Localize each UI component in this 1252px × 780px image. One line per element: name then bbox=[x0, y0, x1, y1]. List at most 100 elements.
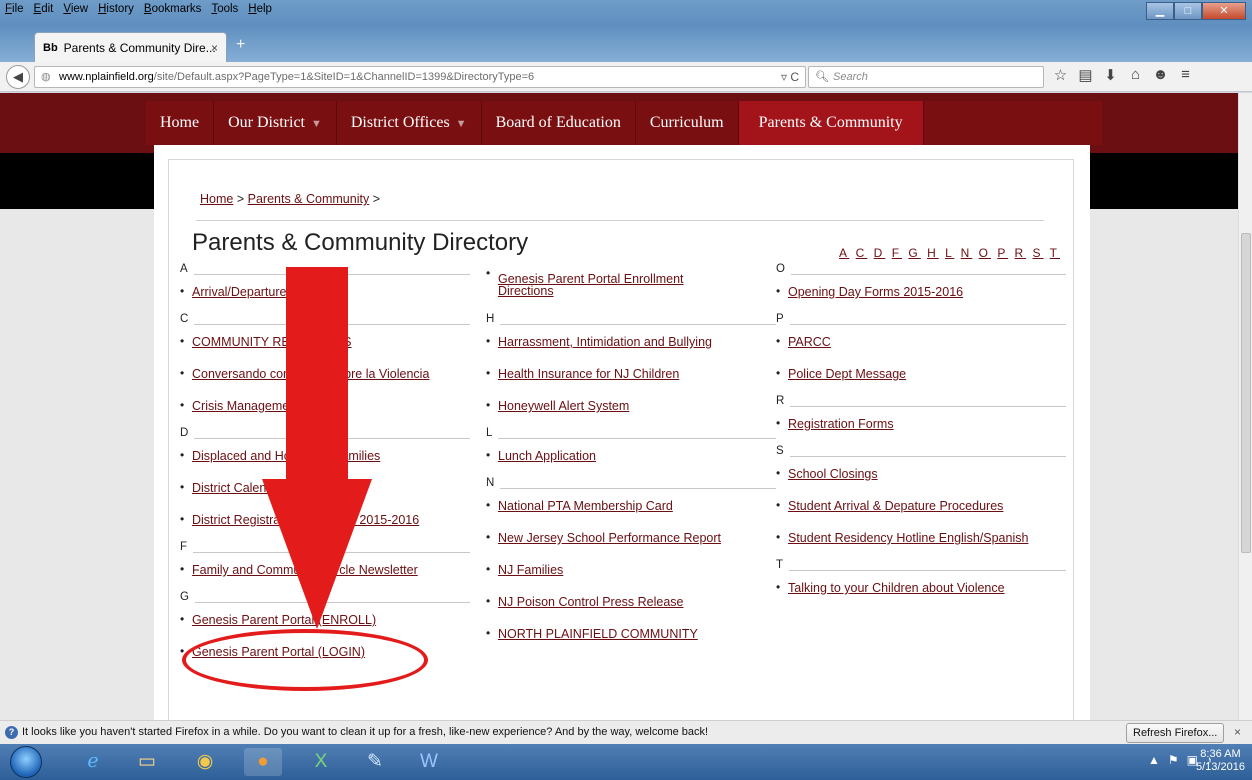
section-header: S bbox=[776, 445, 1067, 463]
alpha-g[interactable]: G bbox=[908, 246, 920, 260]
menu-edit[interactable]: Edit bbox=[33, 3, 55, 21]
menu-history[interactable]: History bbox=[97, 3, 135, 21]
breadcrumb-parents-community[interactable]: Parents & Community bbox=[248, 192, 370, 206]
menu-file[interactable]: File bbox=[4, 3, 25, 21]
alpha-d[interactable]: D bbox=[874, 246, 886, 260]
list-item: NORTH PLAINFIELD COMMUNITY bbox=[486, 623, 721, 655]
url-bar[interactable]: ◍ www.nplainfield.org/site/Default.aspx?… bbox=[34, 66, 806, 88]
page-title: Parents & Community Directory bbox=[192, 229, 529, 256]
list-item: Lunch Application bbox=[486, 445, 721, 477]
tray-arrow-icon[interactable]: ▲ bbox=[1148, 753, 1160, 767]
site-navigation: Home Our District ▼ District Offices ▼ Boa… bbox=[146, 101, 1102, 145]
toolbar-icons: ☆ ▤ ⬇ ⌂ ☻ ≡ bbox=[1052, 66, 1194, 84]
alpha-o[interactable]: O bbox=[979, 246, 991, 260]
search-input[interactable]: 🔍︎ Search bbox=[808, 66, 1044, 88]
nav-district-offices[interactable]: District Offices ▼ bbox=[337, 101, 482, 145]
alpha-p[interactable]: P bbox=[997, 246, 1008, 260]
menu-view[interactable]: View bbox=[62, 3, 89, 21]
nav-curriculum[interactable]: Curriculum bbox=[636, 101, 739, 145]
section-header: L bbox=[486, 427, 777, 445]
directory-link[interactable]: Opening Day Forms 2015-2016 bbox=[788, 285, 963, 299]
windows-taskbar: ℯ ▭ ◉ ● X ✎ W ▲ ⚑ ▣ ♪ 8:36 AM 5/13/2016 bbox=[0, 744, 1252, 780]
directory-link[interactable]: Police Dept Message bbox=[788, 367, 906, 381]
tab-close-icon[interactable]: × bbox=[211, 41, 218, 55]
nav-our-district[interactable]: Our District ▼ bbox=[214, 101, 337, 145]
directory-link[interactable]: Registration Forms bbox=[788, 417, 894, 431]
tab-parents-community[interactable]: Bb Parents & Community Dire... × bbox=[34, 32, 227, 62]
nav-parents-community[interactable]: Parents & Community bbox=[738, 101, 924, 145]
reload-icon[interactable]: ▿ C bbox=[781, 67, 799, 87]
directory-link[interactable]: Student Residency Hotline English/Spanis… bbox=[788, 531, 1028, 545]
directory-link[interactable]: Talking to your Children about Violence bbox=[788, 581, 1005, 595]
reading-list-icon[interactable]: ▤ bbox=[1077, 66, 1094, 84]
directory-link[interactable]: School Closings bbox=[788, 467, 878, 481]
menu-bar: File Edit View History Bookmarks Tools H… bbox=[4, 3, 273, 21]
hello-chat-icon[interactable]: ☻ bbox=[1152, 66, 1169, 84]
close-window-button[interactable]: ✕ bbox=[1202, 2, 1246, 20]
menu-tools[interactable]: Tools bbox=[210, 3, 239, 21]
section-header: O bbox=[776, 263, 1067, 281]
scrollbar-thumb[interactable] bbox=[1241, 233, 1251, 553]
alpha-a[interactable]: A bbox=[839, 246, 849, 260]
directory-link[interactable]: NJ Poison Control Press Release bbox=[498, 595, 684, 609]
alpha-r[interactable]: R bbox=[1015, 246, 1027, 260]
navigation-toolbar: ◀ ◍ www.nplainfield.org/site/Default.asp… bbox=[0, 62, 1252, 92]
list-item: School Closings bbox=[776, 463, 1028, 495]
menu-hamburger-icon[interactable]: ≡ bbox=[1177, 66, 1194, 84]
back-button[interactable]: ◀ bbox=[6, 65, 30, 89]
alpha-s[interactable]: S bbox=[1033, 246, 1044, 260]
nav-board-of-education[interactable]: Board of Education bbox=[482, 101, 636, 145]
alpha-l[interactable]: L bbox=[945, 246, 954, 260]
list-item: Harrassment, Intimidation and Bullying bbox=[486, 331, 721, 363]
directory-link[interactable]: National PTA Membership Card bbox=[498, 499, 673, 513]
tray-flag-icon[interactable]: ⚑ bbox=[1168, 753, 1179, 767]
close-icon[interactable]: × bbox=[1234, 721, 1241, 744]
breadcrumb-home[interactable]: Home bbox=[200, 192, 233, 206]
directory-link[interactable]: Student Arrival & Depature Procedures bbox=[788, 499, 1003, 513]
home-icon[interactable]: ⌂ bbox=[1127, 66, 1144, 84]
excel-icon[interactable]: X bbox=[302, 748, 340, 776]
list-item: Student Residency Hotline English/Spanis… bbox=[776, 527, 1028, 559]
directory-link[interactable]: Health Insurance for NJ Children bbox=[498, 367, 679, 381]
list-item: Talking to your Children about Violence bbox=[776, 577, 1028, 609]
start-button[interactable] bbox=[10, 746, 42, 778]
menu-bookmarks[interactable]: Bookmarks bbox=[143, 3, 203, 21]
paint-icon[interactable]: ✎ bbox=[356, 748, 394, 776]
firefox-icon[interactable]: ● bbox=[244, 748, 282, 776]
tab-title: Parents & Community Dire... bbox=[63, 40, 216, 55]
red-circle-annotation bbox=[182, 629, 428, 691]
window-controls: ▁ □ ✕ bbox=[1146, 2, 1246, 20]
vertical-scrollbar[interactable] bbox=[1238, 93, 1252, 720]
breadcrumb: Home > Parents & Community > bbox=[200, 192, 380, 206]
refresh-firefox-button[interactable]: Refresh Firefox... bbox=[1126, 723, 1225, 743]
directory-column-2: Genesis Parent Portal Enrollment Directi… bbox=[486, 263, 777, 655]
alpha-c[interactable]: C bbox=[856, 246, 868, 260]
minimize-button[interactable]: ▁ bbox=[1146, 2, 1174, 20]
chrome-icon[interactable]: ◉ bbox=[186, 748, 224, 776]
section-header: P bbox=[776, 313, 1067, 331]
new-tab-button[interactable]: + bbox=[236, 36, 245, 54]
alpha-h[interactable]: H bbox=[927, 246, 939, 260]
downloads-icon[interactable]: ⬇ bbox=[1102, 66, 1119, 84]
nav-home[interactable]: Home bbox=[146, 101, 215, 145]
alpha-t[interactable]: T bbox=[1050, 246, 1060, 260]
directory-link[interactable]: Honeywell Alert System bbox=[498, 399, 629, 413]
bookmark-star-icon[interactable]: ☆ bbox=[1052, 66, 1069, 84]
word-icon[interactable]: W bbox=[410, 748, 448, 776]
breadcrumb-divider bbox=[196, 220, 1044, 221]
maximize-button[interactable]: □ bbox=[1174, 2, 1202, 20]
clock-time: 8:36 AM bbox=[1200, 748, 1241, 760]
directory-link[interactable]: PARCC bbox=[788, 335, 831, 349]
alpha-f[interactable]: F bbox=[892, 246, 902, 260]
directory-link[interactable]: NJ Families bbox=[498, 563, 563, 577]
directory-link[interactable]: New Jersey School Performance Report bbox=[498, 531, 721, 545]
directory-link[interactable]: Genesis Parent Portal Enrollment Directi… bbox=[498, 273, 718, 298]
directory-link[interactable]: NORTH PLAINFIELD COMMUNITY bbox=[498, 627, 698, 641]
internet-explorer-icon[interactable]: ℯ bbox=[74, 748, 112, 776]
file-explorer-icon[interactable]: ▭ bbox=[128, 748, 166, 776]
alpha-n[interactable]: N bbox=[961, 246, 973, 260]
menu-help[interactable]: Help bbox=[247, 3, 273, 21]
directory-link[interactable]: Lunch Application bbox=[498, 449, 596, 463]
clock[interactable]: 8:36 AM 5/13/2016 bbox=[1196, 748, 1245, 774]
directory-link[interactable]: Harrassment, Intimidation and Bullying bbox=[498, 335, 712, 349]
